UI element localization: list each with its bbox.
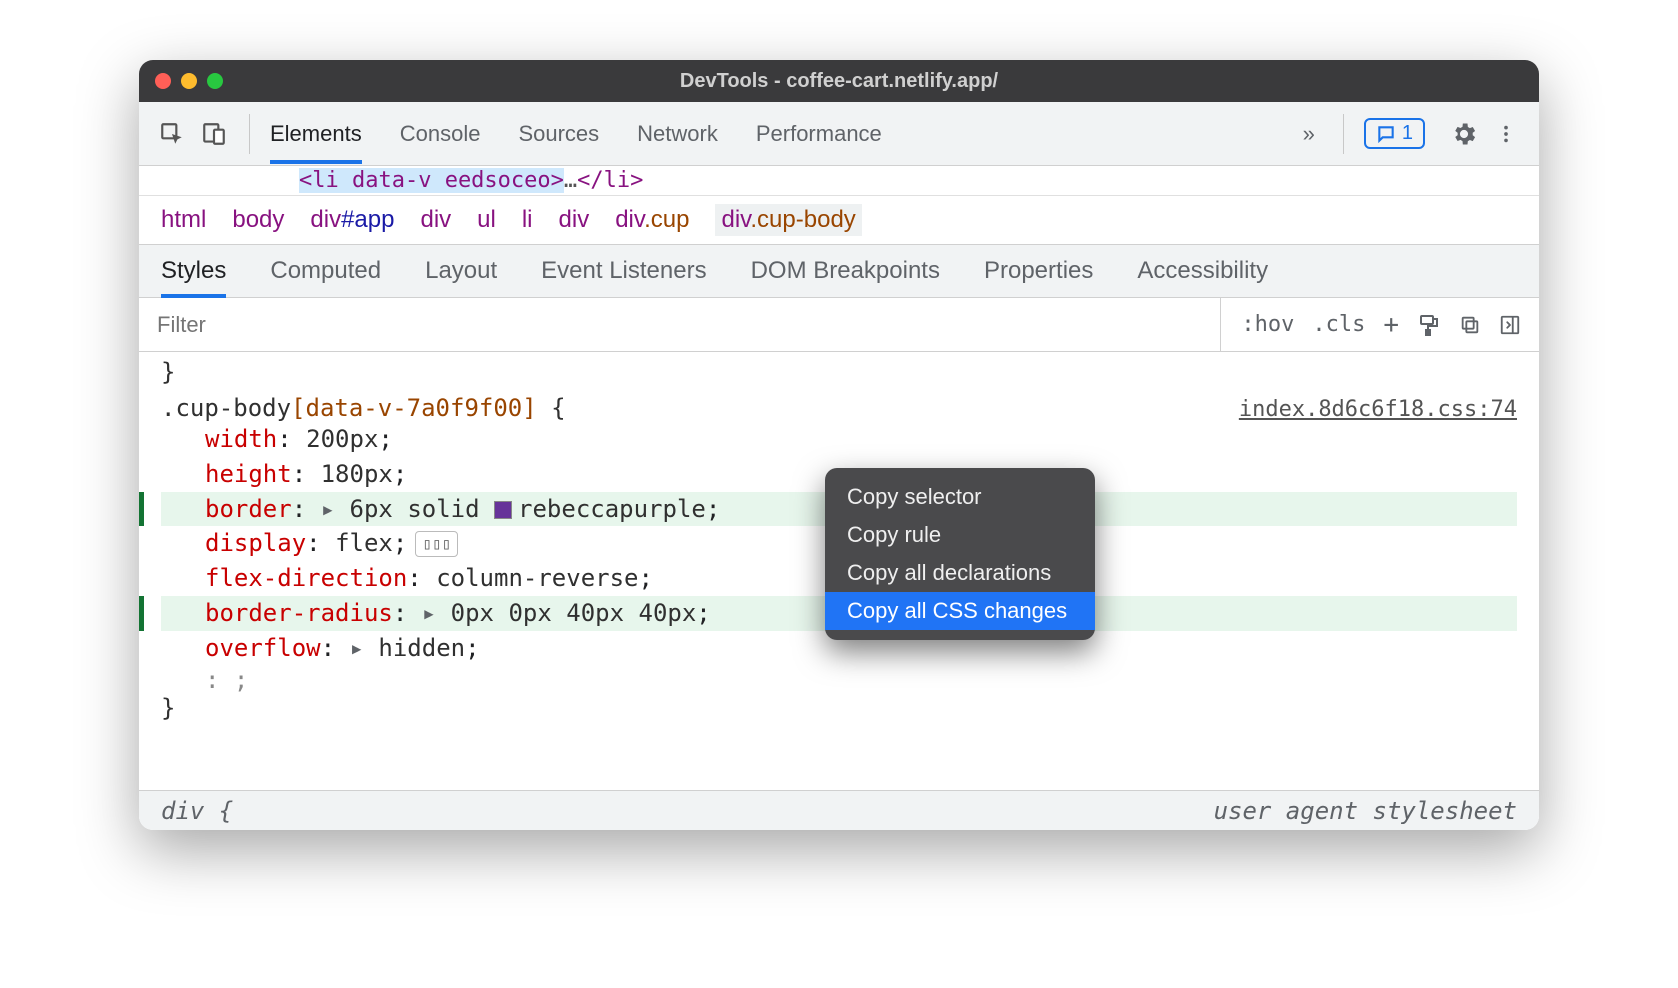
subtab-accessibility[interactable]: Accessibility: [1137, 245, 1268, 297]
hov-toggle[interactable]: :hov: [1241, 312, 1294, 337]
source-link[interactable]: index.8d6c6f18.css:74: [1239, 397, 1517, 422]
crumb-html[interactable]: html: [161, 206, 206, 234]
user-agent-rule: div { user agent stylesheet: [139, 790, 1539, 830]
tab-console[interactable]: Console: [400, 105, 481, 163]
subtab-computed[interactable]: Computed: [270, 245, 381, 297]
tab-performance[interactable]: Performance: [756, 105, 882, 163]
color-swatch-icon[interactable]: [494, 501, 512, 519]
ctx-copy-selector[interactable]: Copy selector: [825, 478, 1095, 516]
subtab-layout[interactable]: Layout: [425, 245, 497, 297]
decl-width[interactable]: width: 200px;: [161, 422, 1517, 457]
tab-sources[interactable]: Sources: [518, 105, 599, 163]
issues-count: 1: [1402, 122, 1413, 145]
filter-row: :hov .cls +: [139, 298, 1539, 352]
flex-editor-icon[interactable]: ▯▯▯: [415, 531, 458, 556]
subtab-dom-breakpoints[interactable]: DOM Breakpoints: [751, 245, 940, 297]
subtab-event-listeners[interactable]: Event Listeners: [541, 245, 706, 297]
crumb-body[interactable]: body: [232, 206, 284, 234]
main-toolbar: Elements Console Sources Network Perform…: [139, 102, 1539, 166]
devtools-window: DevTools - coffee-cart.netlify.app/ Elem…: [139, 60, 1539, 830]
crumb-cup-body[interactable]: div.cup-body: [715, 204, 861, 236]
kebab-menu-icon[interactable]: [1491, 119, 1521, 149]
styles-filter-input[interactable]: [139, 298, 1221, 351]
dom-fragment[interactable]: <li data-v eedsoceo>…</li>: [139, 166, 1539, 195]
tab-elements[interactable]: Elements: [270, 105, 362, 163]
settings-icon[interactable]: [1449, 119, 1479, 149]
crumb-app[interactable]: div#app: [310, 206, 394, 234]
main-tabs: Elements Console Sources Network Perform…: [270, 105, 1283, 163]
crumb-div1[interactable]: div: [420, 206, 451, 234]
styles-context-menu: Copy selector Copy rule Copy all declara…: [825, 468, 1095, 640]
issues-badge[interactable]: 1: [1364, 118, 1425, 149]
device-toolbar-icon[interactable]: [199, 119, 229, 149]
filter-tools: :hov .cls +: [1221, 310, 1539, 340]
copy-icon[interactable]: [1459, 314, 1481, 336]
ua-label: user agent stylesheet: [1214, 797, 1517, 825]
new-rule-button[interactable]: +: [1383, 310, 1399, 340]
titlebar: DevTools - coffee-cart.netlify.app/: [139, 60, 1539, 102]
crumb-div2[interactable]: div: [559, 206, 590, 234]
breadcrumbs: html body div#app div ul li div div.cup …: [139, 195, 1539, 245]
rule-close-brace: }: [161, 694, 1517, 722]
select-element-icon[interactable]: [157, 119, 187, 149]
prev-rule-close: }: [161, 358, 1517, 386]
cls-toggle[interactable]: .cls: [1312, 312, 1365, 337]
crumb-ul[interactable]: ul: [477, 206, 496, 234]
subtab-properties[interactable]: Properties: [984, 245, 1093, 297]
paint-icon[interactable]: [1417, 313, 1441, 337]
crumb-cup[interactable]: div.cup: [615, 206, 689, 234]
rule-selector[interactable]: .cup-body[data-v-7a0f9f00] {: [161, 394, 566, 422]
window-title: DevTools - coffee-cart.netlify.app/: [139, 70, 1539, 93]
empty-declaration[interactable]: : ;: [161, 666, 1517, 694]
more-tabs-icon[interactable]: »: [1295, 121, 1323, 147]
tab-network[interactable]: Network: [637, 105, 718, 163]
ctx-copy-all-changes[interactable]: Copy all CSS changes: [825, 592, 1095, 630]
ua-selector[interactable]: div {: [161, 797, 233, 825]
subtab-styles[interactable]: Styles: [161, 245, 226, 297]
dock-toggle-icon[interactable]: [1499, 314, 1521, 336]
styles-subtabs: Styles Computed Layout Event Listeners D…: [139, 245, 1539, 298]
ctx-copy-rule[interactable]: Copy rule: [825, 516, 1095, 554]
crumb-li[interactable]: li: [522, 206, 533, 234]
ctx-copy-all-decls[interactable]: Copy all declarations: [825, 554, 1095, 592]
